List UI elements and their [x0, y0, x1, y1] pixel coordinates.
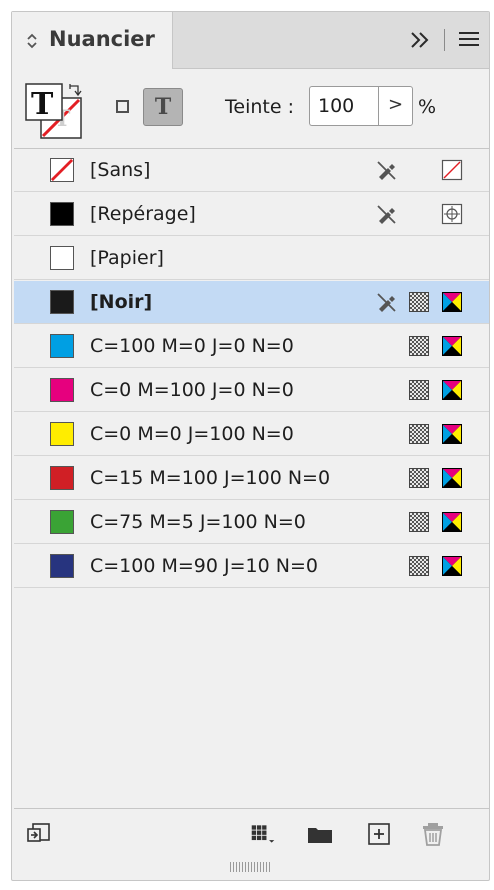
none-swatch-icon — [441, 159, 463, 181]
swatches-panel: Nuancier T T T Teinte : > % [Sans] — [11, 11, 490, 881]
swatch-chip — [50, 246, 74, 270]
panel-tab-bar: Nuancier — [12, 12, 489, 69]
swatch-label: [Papier] — [90, 247, 164, 269]
pencil-lock-icon — [377, 161, 396, 180]
swatch-list: [Sans] [Repérage] [Papier] [Noir] C=100 … — [14, 148, 489, 809]
container-toggle-icon[interactable] — [116, 100, 129, 113]
swatch-label: C=0 M=0 J=100 N=0 — [90, 423, 294, 445]
double-chevron-right-icon[interactable] — [407, 28, 433, 52]
process-color-icon — [409, 512, 429, 532]
swatch-chip — [50, 510, 74, 534]
tab-nuancier[interactable]: Nuancier — [12, 12, 173, 69]
swatch-chip — [50, 466, 74, 490]
swatch-chip — [50, 422, 74, 446]
swatch-label: [Repérage] — [90, 203, 196, 225]
swatch-label: C=100 M=90 J=10 N=0 — [90, 555, 318, 577]
swatch-label: C=100 M=0 J=0 N=0 — [90, 335, 294, 357]
process-color-icon — [409, 292, 429, 312]
list-item[interactable]: C=15 M=100 J=100 N=0 — [14, 457, 489, 500]
list-item[interactable]: C=0 M=100 J=0 N=0 — [14, 369, 489, 412]
resize-grip[interactable] — [230, 862, 270, 872]
swatch-chip — [50, 378, 74, 402]
cmyk-icon — [442, 468, 462, 488]
tint-input[interactable] — [309, 86, 379, 126]
text-toggle-button[interactable]: T — [143, 88, 183, 126]
panel-footer — [12, 808, 489, 858]
list-item[interactable]: C=100 M=90 J=10 N=0 — [14, 545, 489, 588]
swatch-chip — [50, 290, 74, 314]
swatch-label: C=15 M=100 J=100 N=0 — [90, 467, 331, 489]
swatch-label: C=75 M=5 J=100 N=0 — [90, 511, 306, 533]
list-item[interactable]: [Repérage] — [14, 193, 489, 236]
panel-title: Nuancier — [49, 27, 155, 51]
pencil-lock-icon — [377, 205, 396, 224]
cmyk-icon — [442, 292, 462, 312]
new-folder-icon[interactable] — [307, 822, 333, 846]
swatch-chip — [50, 334, 74, 358]
process-color-icon — [409, 336, 429, 356]
cmyk-icon — [442, 380, 462, 400]
svg-text:T: T — [31, 87, 54, 122]
place-swatch-icon[interactable] — [26, 822, 52, 846]
hamburger-menu-icon[interactable] — [459, 32, 479, 48]
tab-divider — [444, 29, 445, 51]
cmyk-icon — [442, 424, 462, 444]
swatch-view-icon[interactable] — [250, 822, 276, 846]
process-color-icon — [409, 380, 429, 400]
new-swatch-icon[interactable] — [366, 822, 392, 846]
none-swatch — [50, 158, 74, 182]
swatch-chip — [50, 554, 74, 578]
registration-icon — [441, 203, 463, 225]
tint-label: Teinte : — [225, 96, 294, 118]
process-color-icon — [409, 556, 429, 576]
list-item[interactable]: C=0 M=0 J=100 N=0 — [14, 413, 489, 456]
tint-unit: % — [418, 96, 437, 118]
cmyk-icon — [442, 512, 462, 532]
fill-stroke-proxy[interactable]: T T — [24, 80, 88, 142]
list-item[interactable]: [Sans] — [14, 149, 489, 192]
delete-icon[interactable] — [420, 822, 446, 846]
swatch-label: C=0 M=100 J=0 N=0 — [90, 379, 294, 401]
swatch-chip — [50, 202, 74, 226]
list-item[interactable]: C=75 M=5 J=100 N=0 — [14, 501, 489, 544]
tint-stepper-button[interactable]: > — [378, 86, 413, 126]
process-color-icon — [409, 424, 429, 444]
expand-collapse-icon[interactable] — [25, 31, 39, 51]
swatch-label: [Noir] — [90, 291, 153, 313]
swatch-label: [Sans] — [90, 159, 151, 181]
list-item[interactable]: C=100 M=0 J=0 N=0 — [14, 325, 489, 368]
pencil-lock-icon — [377, 293, 396, 312]
cmyk-icon — [442, 336, 462, 356]
process-color-icon — [409, 468, 429, 488]
list-item-selected[interactable]: [Noir] — [14, 281, 489, 324]
list-item[interactable]: [Papier] — [14, 237, 489, 280]
cmyk-icon — [442, 556, 462, 576]
